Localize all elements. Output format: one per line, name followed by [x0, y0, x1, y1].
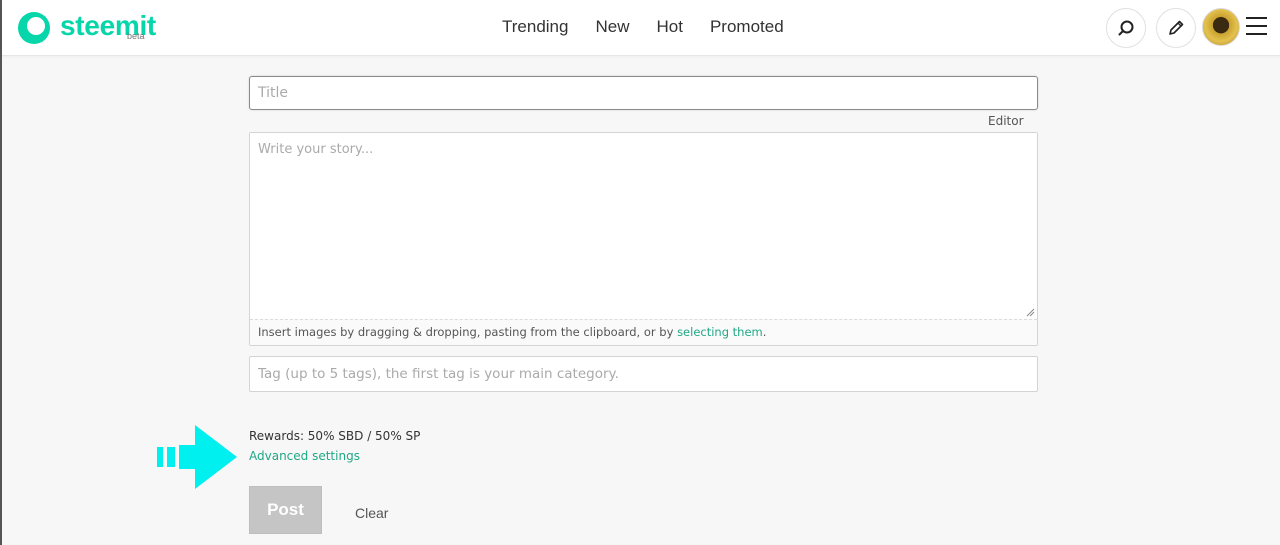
hamburger-icon[interactable]	[1246, 17, 1268, 37]
title-input[interactable]	[249, 76, 1038, 110]
image-dropzone[interactable]: Insert images by dragging & dropping, pa…	[250, 319, 1037, 345]
clear-button[interactable]: Clear	[355, 505, 388, 521]
dropzone-end: .	[762, 325, 767, 339]
pencil-icon	[1169, 20, 1184, 35]
nav-promoted[interactable]: Promoted	[710, 16, 784, 38]
dropzone-text: Insert images by dragging & dropping, pa…	[258, 325, 678, 339]
story-body-textarea[interactable]	[250, 133, 1037, 319]
top-navbar: steemit beta Trending New Hot Promoted	[2, 0, 1280, 56]
story-editor: Insert images by dragging & dropping, pa…	[249, 132, 1038, 346]
resize-handle-icon[interactable]	[1026, 308, 1035, 317]
arrow-pointer-icon	[157, 425, 237, 489]
nav-trending[interactable]: Trending	[502, 16, 568, 38]
search-icon	[1118, 20, 1134, 36]
page-frame: steemit beta Trending New Hot Promoted E	[0, 0, 1280, 545]
beta-badge: beta	[127, 31, 145, 41]
rewards-label: Rewards: 50% SBD / 50% SP	[249, 429, 421, 443]
editor-mode-toggle[interactable]: Editor	[988, 114, 1024, 128]
submit-story-button[interactable]	[1156, 8, 1196, 48]
post-button[interactable]: Post	[249, 486, 322, 534]
steemit-logo[interactable]: steemit	[16, 8, 156, 48]
avatar[interactable]	[1202, 8, 1240, 46]
tags-input[interactable]	[249, 356, 1038, 392]
nav-new[interactable]: New	[595, 16, 629, 38]
main-nav: Trending New Hot Promoted	[502, 16, 811, 38]
nav-hot[interactable]: Hot	[656, 16, 682, 38]
advanced-settings-link[interactable]: Advanced settings	[249, 449, 360, 463]
steemit-logo-icon	[18, 12, 50, 44]
search-button[interactable]	[1106, 8, 1146, 48]
select-images-link[interactable]: selecting them	[677, 325, 763, 339]
